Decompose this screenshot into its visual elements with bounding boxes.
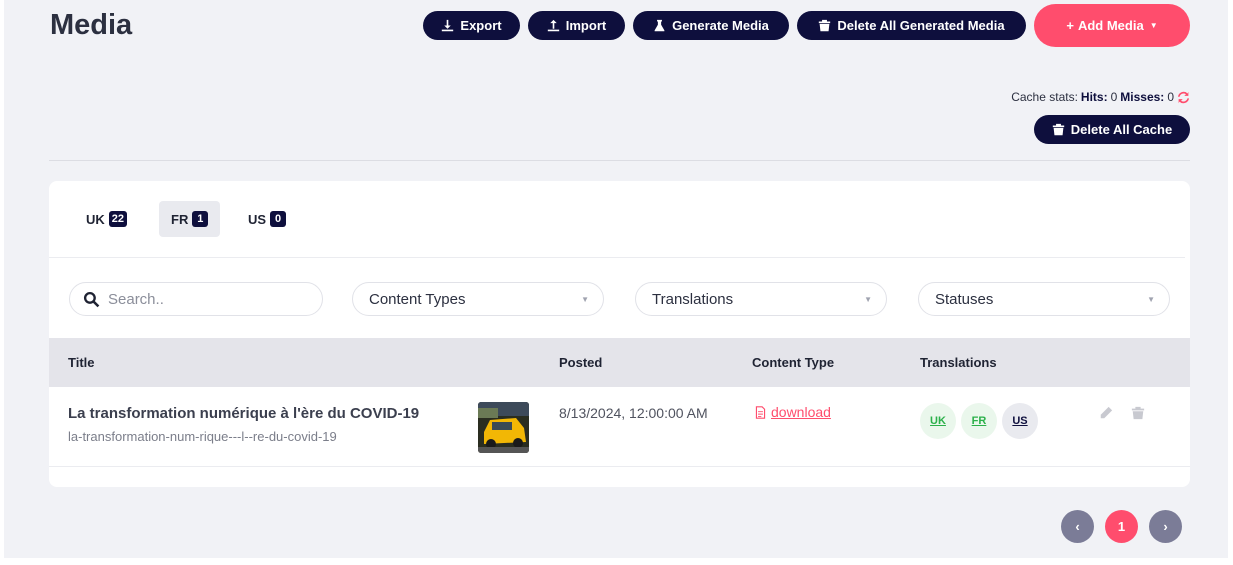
add-media-button-label: Add Media	[1077, 18, 1144, 33]
document-icon	[755, 405, 766, 419]
tab-fr-label: FR	[171, 211, 189, 227]
delete-generated-media-button-label: Delete All Generated Media	[837, 18, 1005, 33]
translation-us[interactable]: US	[1002, 403, 1038, 439]
cache-misses-label: Misses:	[1120, 90, 1165, 104]
generate-media-button-label: Generate Media	[672, 18, 769, 33]
translation-uk[interactable]: UK	[920, 403, 956, 439]
dropdown-arrow-icon: ▼	[581, 295, 589, 304]
posted-date: 8/13/2024, 12:00:00 AM	[559, 405, 708, 421]
translations-select[interactable]: Translations ▼	[635, 282, 887, 316]
search-input[interactable]: Search..	[69, 282, 323, 316]
export-button-label: Export	[460, 18, 502, 33]
media-title[interactable]: La transformation numérique à l'ère du C…	[68, 405, 419, 422]
pagination-page-1[interactable]: 1	[1105, 510, 1138, 543]
page: Media Export Import Generate Media Delet…	[4, 0, 1228, 558]
import-button-label: Import	[565, 18, 607, 33]
import-button[interactable]: Import	[528, 11, 625, 40]
upload-icon	[547, 19, 559, 32]
column-posted[interactable]: Posted	[559, 355, 602, 370]
statuses-value: Statuses	[935, 290, 994, 308]
plus-icon: +	[1066, 18, 1074, 33]
content-types-select[interactable]: Content Types ▼	[352, 282, 604, 316]
tab-us-label: US	[248, 211, 267, 227]
translation-fr[interactable]: FR	[961, 403, 997, 439]
search-icon	[83, 291, 100, 307]
edit-icon[interactable]	[1099, 406, 1113, 420]
divider	[49, 160, 1190, 161]
media-slug: la-transformation-num-rique---l--re-du-c…	[68, 429, 337, 444]
tab-us[interactable]: US 0	[236, 201, 298, 237]
tab-uk-label: UK	[86, 211, 105, 227]
translations-value: Translations	[652, 290, 734, 308]
media-card: UK 22 FR 1 US 0 Search.. Content Types ▼…	[49, 181, 1190, 487]
search-placeholder: Search..	[108, 290, 164, 308]
statuses-select[interactable]: Statuses ▼	[918, 282, 1170, 316]
cache-stats-label: Cache stats:	[1011, 90, 1078, 104]
tab-uk[interactable]: UK 22	[74, 201, 139, 237]
tab-fr-count: 1	[192, 211, 209, 227]
cache-hits-value: 0	[1110, 90, 1118, 104]
divider	[49, 257, 1185, 258]
content-type-label: download	[771, 404, 831, 420]
pagination-next[interactable]: ›	[1149, 510, 1182, 543]
content-type-link[interactable]: download	[754, 404, 831, 420]
dropdown-arrow-icon: ▼	[1147, 295, 1155, 304]
table-header: Title Posted Content Type Translations	[49, 338, 1190, 387]
column-content-type[interactable]: Content Type	[752, 355, 834, 370]
column-translations: Translations	[920, 355, 997, 370]
tab-us-count: 0	[270, 211, 287, 227]
page-title: Media	[50, 9, 133, 41]
download-icon	[442, 19, 454, 32]
generate-media-button[interactable]: Generate Media	[633, 11, 789, 40]
cache-misses-value: 0	[1167, 90, 1174, 104]
caret-down-icon: ▼	[1149, 21, 1158, 30]
tab-uk-count: 22	[108, 211, 128, 227]
add-media-button[interactable]: + Add Media ▼	[1034, 4, 1190, 47]
content-types-value: Content Types	[369, 290, 466, 308]
pagination-prev[interactable]: ‹	[1061, 510, 1094, 543]
media-thumbnail	[478, 402, 529, 453]
delete-icon[interactable]	[1131, 406, 1145, 420]
table-row[interactable]: La transformation numérique à l'ère du C…	[49, 387, 1190, 467]
cache-hits-label: Hits:	[1080, 90, 1108, 104]
column-title[interactable]: Title	[68, 355, 95, 370]
flask-icon	[654, 19, 665, 32]
export-button[interactable]: Export	[423, 11, 520, 40]
trash-icon	[1052, 123, 1064, 136]
refresh-icon[interactable]	[1177, 91, 1190, 104]
delete-all-cache-label: Delete All Cache	[1070, 122, 1173, 137]
delete-generated-media-button[interactable]: Delete All Generated Media	[797, 11, 1026, 40]
trash-icon	[819, 19, 831, 32]
dropdown-arrow-icon: ▼	[864, 295, 872, 304]
cache-stats: Cache stats: Hits: 0 Misses: 0	[1011, 90, 1190, 104]
delete-all-cache-button[interactable]: Delete All Cache	[1034, 115, 1190, 144]
tab-fr[interactable]: FR 1	[159, 201, 221, 237]
